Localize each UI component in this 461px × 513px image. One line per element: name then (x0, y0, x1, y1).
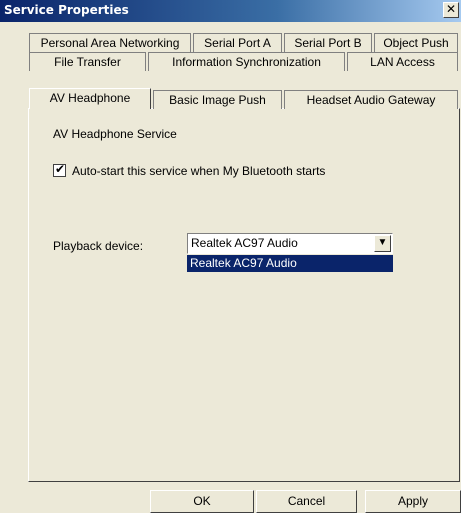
apply-button[interactable]: Apply (365, 490, 461, 513)
tab-headset-audio-gateway[interactable]: Headset Audio Gateway (284, 90, 458, 109)
tab-file-transfer[interactable]: File Transfer (29, 52, 146, 71)
window-title: Service Properties (4, 3, 129, 17)
tab-information-synchronization[interactable]: Information Synchronization (148, 52, 345, 71)
tab-label: Headset Audio Gateway (306, 93, 436, 107)
autostart-checkbox[interactable]: ✔ (53, 162, 66, 177)
ok-button[interactable]: OK (150, 490, 254, 513)
tab-serial-port-b[interactable]: Serial Port B (284, 33, 372, 52)
tab-label: Object Push (383, 36, 449, 50)
playback-device-label: Playback device: (53, 239, 144, 253)
tab-lan-access[interactable]: LAN Access (347, 52, 458, 71)
tab-serial-port-a[interactable]: Serial Port A (193, 33, 282, 52)
tab-basic-image-push[interactable]: Basic Image Push (153, 90, 282, 109)
tab-av-headphone[interactable]: AV Headphone (29, 88, 151, 109)
tab-label: File Transfer (54, 55, 121, 69)
playback-device-select[interactable]: Realtek AC97 Audio ▼ (187, 233, 393, 254)
playback-device-value: Realtek AC97 Audio (191, 236, 298, 250)
tab-object-push[interactable]: Object Push (374, 33, 458, 52)
autostart-label[interactable]: Auto-start this service when My Bluetoot… (72, 164, 325, 178)
tab-label: Serial Port A (204, 36, 271, 50)
tab-label: Personal Area Networking (40, 36, 180, 50)
dropdown-arrow-button[interactable]: ▼ (374, 235, 391, 252)
service-heading: AV Headphone Service (53, 127, 177, 141)
service-properties-dialog: Service Properties ✕ Personal Area Netwo… (0, 0, 461, 513)
cancel-button[interactable]: Cancel (256, 490, 357, 513)
tab-label: Basic Image Push (169, 93, 266, 107)
close-button[interactable]: ✕ (443, 2, 459, 18)
tab-label: Serial Port B (294, 36, 362, 50)
tab-label: LAN Access (370, 55, 435, 69)
chevron-down-icon: ▼ (377, 237, 388, 248)
close-icon: ✕ (445, 2, 457, 16)
tab-personal-area-networking[interactable]: Personal Area Networking (29, 33, 191, 52)
dropdown-option-realtek[interactable]: Realtek AC97 Audio (187, 255, 393, 272)
checkmark-icon: ✔ (55, 162, 66, 176)
title-bar[interactable]: Service Properties ✕ (0, 0, 461, 22)
tab-label: Information Synchronization (172, 55, 321, 69)
tab-label: AV Headphone (49, 91, 131, 105)
